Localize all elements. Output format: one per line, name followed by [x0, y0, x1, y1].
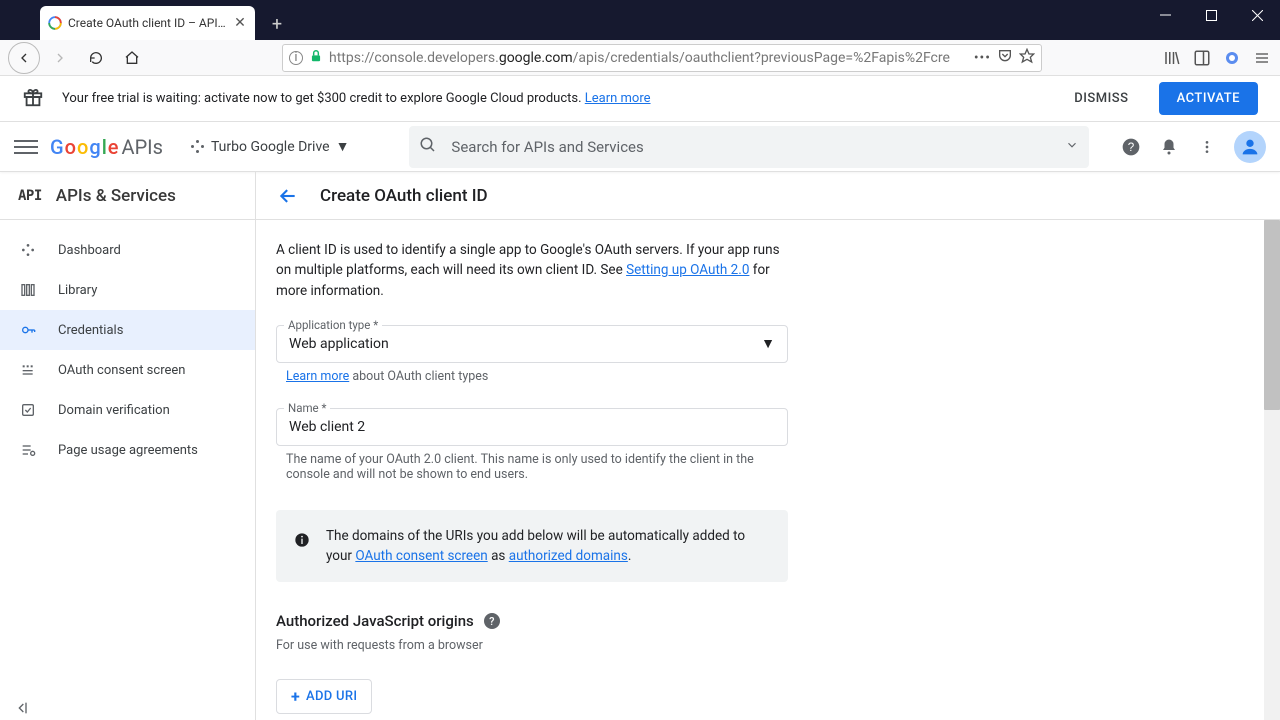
name-label: Name *	[284, 401, 330, 415]
window-minimize-icon[interactable]	[1142, 0, 1188, 30]
search-placeholder: Search for APIs and Services	[451, 138, 643, 156]
js-origins-heading: Authorized JavaScript origins ?	[276, 612, 788, 630]
sidebar-item-domain-verification[interactable]: Domain verification	[0, 390, 255, 430]
home-button[interactable]	[116, 42, 148, 74]
app-header: Google APIs Turbo Google Drive ▼ Search …	[0, 122, 1280, 172]
sidebar-header[interactable]: API APIs & Services	[0, 172, 256, 219]
authorized-domains-link[interactable]: authorized domains	[509, 548, 628, 564]
chevron-down-icon: ▼	[761, 335, 775, 352]
window-close-icon[interactable]	[1234, 0, 1280, 30]
api-icon: API	[18, 188, 42, 204]
app-type-value: Web application	[289, 336, 389, 352]
tab-close-icon[interactable]: ✕	[233, 16, 247, 30]
sidebar-item-label: OAuth consent screen	[58, 363, 185, 378]
chevron-down-icon[interactable]	[1065, 138, 1079, 156]
sidebar-item-library[interactable]: Library	[0, 270, 255, 310]
library-icon[interactable]	[1162, 48, 1182, 68]
application-type-field: Application type * Web application ▼ Lea…	[276, 325, 788, 384]
back-arrow-icon[interactable]	[276, 186, 300, 206]
url-bar[interactable]: i https://console.developers.google.com/…	[282, 44, 1042, 72]
browser-tab[interactable]: Create OAuth client ID – APIs & ✕	[40, 6, 255, 40]
new-tab-button[interactable]: +	[263, 10, 291, 38]
verify-icon	[18, 402, 38, 418]
browser-tab-strip: Create OAuth client ID – APIs & ✕ +	[0, 0, 1280, 40]
sidebar-item-label: Dashboard	[58, 243, 121, 258]
name-field: Name * Web client 2 The name of your OAu…	[276, 408, 788, 482]
consent-icon	[18, 362, 38, 378]
main-content: A client ID is used to identify a single…	[256, 220, 1280, 720]
lock-icon	[309, 49, 323, 67]
hamburger-menu-icon[interactable]	[14, 135, 38, 159]
extension-icon[interactable]	[1222, 48, 1242, 68]
description-text: A client ID is used to identify a single…	[276, 240, 788, 301]
help-icon[interactable]: ?	[484, 613, 500, 629]
app-type-label: Application type *	[284, 318, 382, 332]
forward-button[interactable]	[44, 42, 76, 74]
learn-more-link[interactable]: Learn more	[286, 369, 349, 384]
account-avatar[interactable]	[1234, 131, 1266, 163]
search-bar[interactable]: Search for APIs and Services	[409, 126, 1089, 168]
info-callout: The domains of the URIs you add below wi…	[276, 510, 788, 583]
sidebar-item-dashboard[interactable]: Dashboard	[0, 230, 255, 270]
url-text: https://console.developers.google.com/ap…	[329, 50, 968, 66]
sidebar-icon[interactable]	[1192, 48, 1212, 68]
add-uri-button[interactable]: + ADD URI	[276, 679, 372, 714]
banner-text: Your free trial is waiting: activate now…	[62, 91, 651, 106]
bookmark-star-icon[interactable]	[1019, 48, 1035, 68]
tab-favicon	[48, 16, 62, 30]
name-help: The name of your OAuth 2.0 client. This …	[276, 452, 788, 482]
project-name: Turbo Google Drive	[211, 139, 330, 155]
scrollbar-thumb[interactable]	[1264, 220, 1280, 410]
app-type-help: Learn more about OAuth client types	[276, 369, 788, 384]
learn-more-link[interactable]: Learn more	[585, 91, 651, 106]
agreement-icon	[18, 442, 38, 458]
svg-text:?: ?	[1128, 141, 1135, 154]
browser-toolbar: i https://console.developers.google.com/…	[0, 40, 1280, 76]
page-header: API APIs & Services Create OAuth client …	[0, 172, 1280, 220]
sidebar-item-label: Credentials	[58, 323, 123, 338]
library-icon	[18, 282, 38, 298]
help-icon[interactable]: ?	[1120, 136, 1142, 158]
scrollbar-track[interactable]	[1264, 220, 1280, 720]
setup-oauth-link[interactable]: Setting up OAuth 2.0	[626, 262, 749, 278]
page-title: Create OAuth client ID	[320, 186, 488, 206]
tab-title: Create OAuth client ID – APIs &	[68, 16, 227, 30]
section-title: APIs & Services	[56, 186, 176, 206]
name-value: Web client 2	[289, 419, 365, 435]
key-icon	[18, 322, 38, 338]
window-maximize-icon[interactable]	[1188, 0, 1234, 30]
back-button[interactable]	[8, 42, 40, 74]
plus-icon: +	[291, 687, 300, 706]
sidebar-item-label: Library	[58, 283, 97, 298]
sidebar: Dashboard Library Credentials OAuth cons…	[0, 220, 256, 720]
trial-banner: Your free trial is waiting: activate now…	[0, 76, 1280, 122]
info-icon	[294, 532, 310, 554]
collapse-sidebar-icon[interactable]	[14, 700, 30, 720]
dismiss-button[interactable]: DISMISS	[1062, 83, 1140, 114]
project-picker[interactable]: Turbo Google Drive ▼	[183, 134, 357, 159]
dashboard-icon	[18, 242, 38, 258]
reload-button[interactable]	[80, 42, 112, 74]
sidebar-item-oauth-consent[interactable]: OAuth consent screen	[0, 350, 255, 390]
name-input[interactable]: Web client 2	[276, 408, 788, 446]
notifications-icon[interactable]	[1158, 136, 1180, 158]
info-icon[interactable]: i	[289, 51, 303, 65]
search-icon	[419, 136, 437, 158]
sidebar-item-label: Page usage agreements	[58, 443, 198, 458]
consent-screen-link[interactable]: OAuth consent screen	[355, 548, 487, 564]
sidebar-item-label: Domain verification	[58, 403, 170, 418]
sidebar-item-credentials[interactable]: Credentials	[0, 310, 255, 350]
activate-button[interactable]: ACTIVATE	[1159, 82, 1258, 115]
sidebar-item-page-usage[interactable]: Page usage agreements	[0, 430, 255, 470]
google-apis-logo[interactable]: Google APIs	[50, 135, 163, 159]
page-actions-icon[interactable]: •••	[974, 50, 991, 66]
chevron-down-icon: ▼	[336, 138, 350, 155]
js-origins-sub: For use with requests from a browser	[276, 638, 788, 653]
more-icon[interactable]	[1196, 136, 1218, 158]
gift-icon	[22, 86, 44, 112]
pocket-icon[interactable]	[997, 48, 1013, 68]
project-icon	[191, 140, 205, 154]
menu-icon[interactable]	[1252, 48, 1272, 68]
